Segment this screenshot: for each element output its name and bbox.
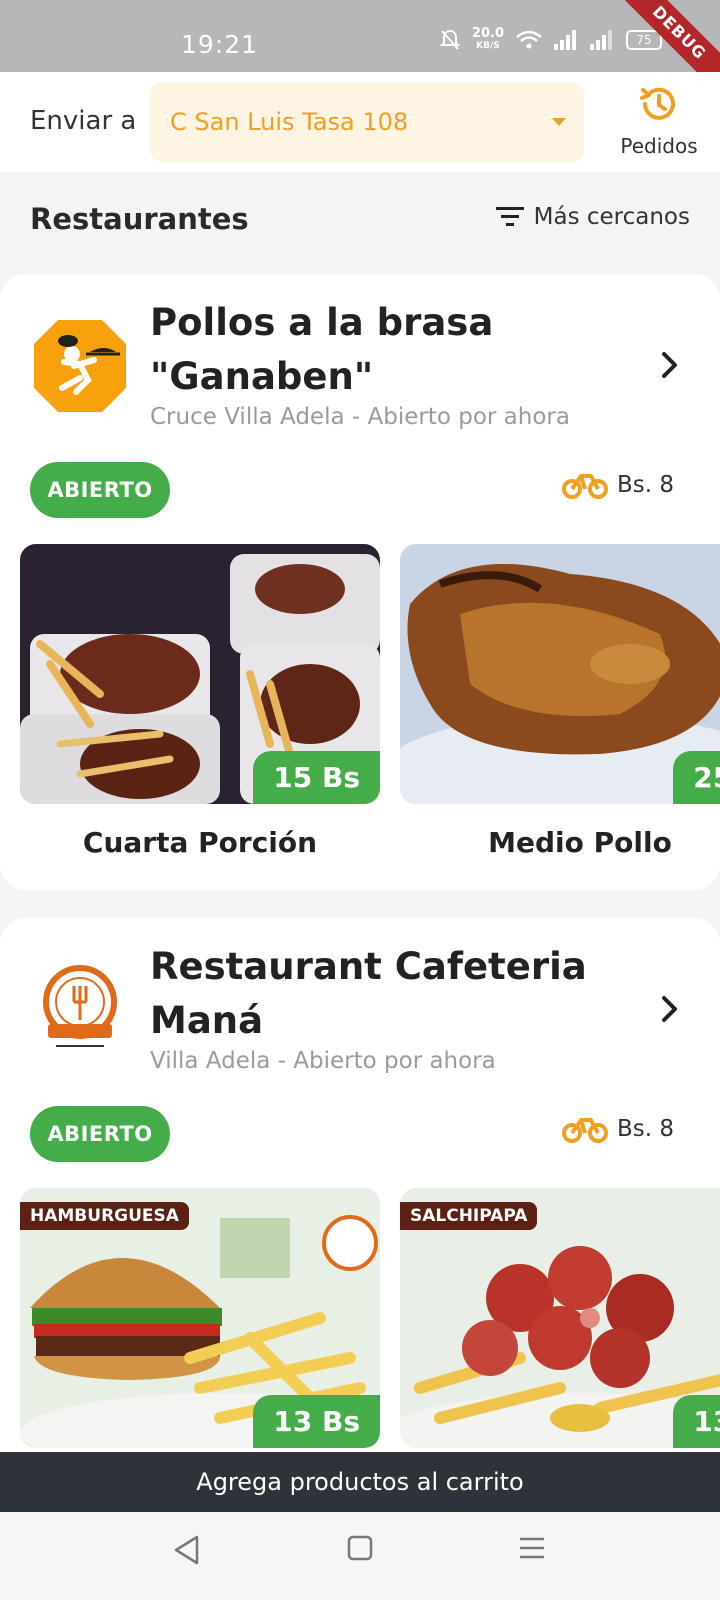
product-name: Medio Pollo (488, 826, 672, 859)
menu-icon[interactable] (518, 1534, 546, 1562)
status-badge: ABIERTO (30, 462, 170, 518)
net-speed: 20.0 KB/S (471, 26, 504, 51)
status-bar: 19:21 20.0 KB/S 75 DEBUG (0, 0, 720, 104)
status-icons: 20.0 KB/S 75 (439, 26, 662, 52)
status-badge: ABIERTO (30, 1106, 170, 1162)
system-nav-bar (0, 1512, 720, 1600)
orders-label: Pedidos (620, 134, 698, 158)
product-card[interactable]: HAMBURGUESA 13 Bs (20, 1188, 380, 1448)
delivery-fee: Bs. 8 (561, 1114, 674, 1144)
product-card[interactable]: 15 Bs (20, 544, 380, 804)
mute-icon (439, 29, 460, 50)
product-price: 13 Bs (253, 1395, 380, 1448)
product-price: 13 Bs (673, 1395, 720, 1448)
delivery-fee-value: Bs. 8 (616, 472, 674, 498)
sort-label: Más cercanos (533, 204, 690, 230)
sort-button[interactable]: Más cercanos (495, 204, 690, 230)
filter-icon (495, 207, 524, 226)
restaurant-logo (34, 320, 126, 412)
bicycle-icon (561, 1118, 608, 1143)
cart-bar[interactable]: Agrega productos al carrito (0, 1452, 720, 1512)
delivery-fee: Bs. 8 (561, 470, 674, 500)
address-selector[interactable]: C San Luis Tasa 108 (150, 82, 584, 162)
address-value: C San Luis Tasa 108 (170, 108, 409, 136)
signal-2-icon (590, 30, 612, 50)
signal-icon (554, 30, 576, 50)
restaurant-logo (43, 965, 117, 1047)
dropdown-caret-icon (552, 118, 566, 126)
product-tag: HAMBURGUESA (20, 1202, 189, 1230)
product-price: 15 Bs (253, 751, 380, 804)
restaurant-name: Pollos a la brasa "Ganaben" (150, 301, 494, 398)
wifi-icon (516, 30, 542, 49)
send-to-label: Enviar a (30, 106, 137, 136)
restaurant-subtitle: Villa Adela - Abierto por ahora (150, 1048, 496, 1074)
bicycle-icon (561, 474, 608, 499)
product-card[interactable]: 25 Bs (400, 544, 720, 804)
history-icon (640, 87, 675, 120)
clock: 19:21 (181, 30, 259, 59)
top-header: Enviar a C San Luis Tasa 108 Pedidos (0, 72, 720, 172)
restaurant-subtitle: Cruce Villa Adela - Abierto por ahora (150, 404, 570, 430)
restaurant-card[interactable]: Restaurant Cafeteria Maná Villa Adela - … (0, 918, 720, 1478)
delivery-fee-value: Bs. 8 (616, 1116, 674, 1142)
chevron-right-icon[interactable] (660, 350, 680, 380)
product-name: Cuarta Porción (82, 826, 318, 859)
product-tag: SALCHIPAPA (400, 1202, 538, 1230)
battery-icon: 75 (626, 30, 662, 50)
restaurant-card[interactable]: Pollos a la brasa "Ganaben" Cruce Villa … (0, 274, 720, 890)
home-icon[interactable] (346, 1534, 374, 1562)
back-icon[interactable] (172, 1534, 202, 1566)
product-card[interactable]: SALCHIPAPA 13 Bs (400, 1188, 720, 1448)
chevron-right-icon[interactable] (660, 994, 680, 1024)
product-image (400, 544, 720, 804)
orders-button[interactable]: Pedidos (604, 82, 714, 158)
section-title: Restaurantes (30, 202, 249, 236)
restaurant-name: Restaurant Cafeteria Maná (150, 945, 587, 1042)
product-price: 25 Bs (673, 751, 720, 804)
